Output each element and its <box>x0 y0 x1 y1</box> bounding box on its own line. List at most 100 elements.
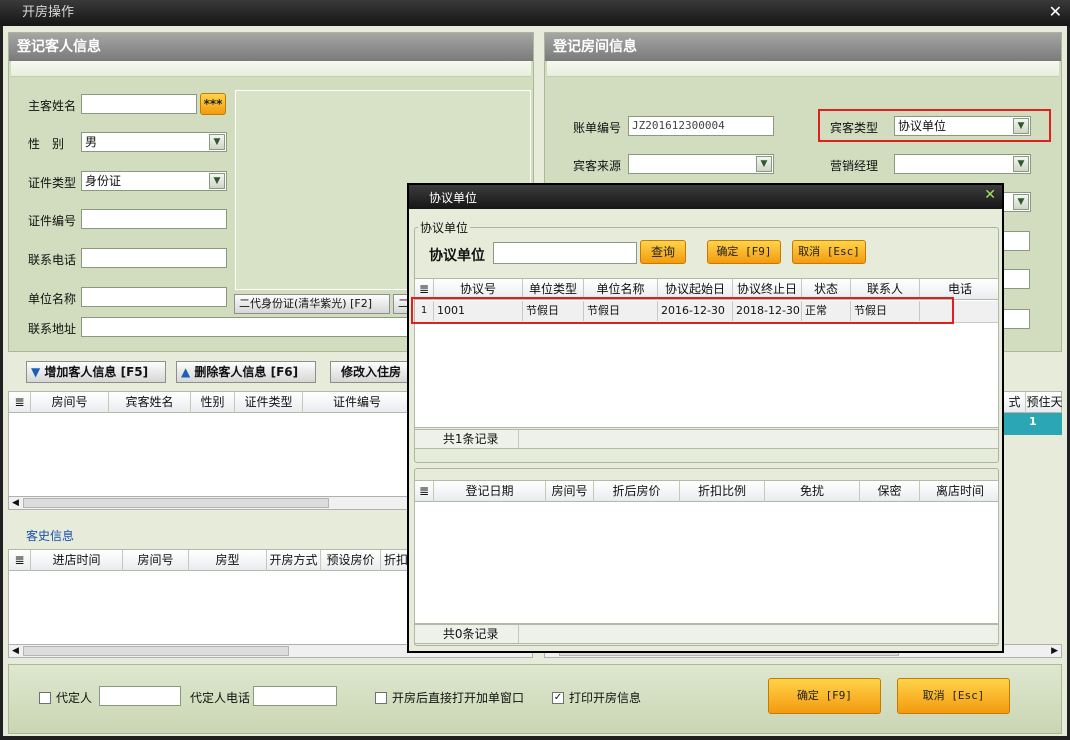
scroll-thumb[interactable] <box>23 646 289 656</box>
guest-grid-selected-row[interactable]: 1 <box>1003 413 1062 435</box>
dialog-ok-button[interactable]: 确定 [F9] <box>707 240 781 264</box>
col-detail-room[interactable]: 房间号 <box>546 481 594 502</box>
col-preset-price[interactable]: 预设房价 <box>321 550 381 571</box>
delete-guest-label: 删除客人信息 [F6] <box>194 365 299 379</box>
guest-info-title: 登记客人信息 <box>9 33 533 61</box>
cancel-button[interactable]: 取消 [Esc] <box>897 678 1010 714</box>
gender-value: 男 <box>85 135 98 149</box>
window-title-bar: 开房操作 <box>0 0 1070 26</box>
chevron-down-icon[interactable]: ▼ <box>1013 194 1029 210</box>
list-icon: ≣ <box>415 481 434 502</box>
dialog-close-icon[interactable]: ✕ <box>984 187 996 203</box>
hidden-input-1[interactable] <box>1000 231 1030 251</box>
open-window-checkbox[interactable] <box>375 692 387 704</box>
agent-phone-input[interactable] <box>253 686 337 706</box>
dialog-cancel-button[interactable]: 取消 [Esc] <box>792 240 866 264</box>
guest-type-select[interactable]: 协议单位 ▼ <box>894 116 1031 136</box>
detail-record-count: 共0条记录 <box>439 625 520 643</box>
dialog-search-input[interactable] <box>493 242 637 264</box>
col-method-tail[interactable]: 式 <box>1004 392 1026 413</box>
modify-room-button[interactable]: 修改入住房 <box>330 361 412 383</box>
record-count: 共1条记录 <box>439 430 520 448</box>
guest-type-label: 宾客类型 <box>830 121 879 135</box>
dialog-title-bar: 协议单位 ✕ <box>409 185 1002 209</box>
room-info-strip <box>547 61 1059 77</box>
name-input[interactable] <box>81 94 197 114</box>
col-history-room[interactable]: 房间号 <box>123 550 189 571</box>
phone-input[interactable] <box>81 248 227 268</box>
col-idtype[interactable]: 证件类型 <box>235 392 303 413</box>
list-icon: ≣ <box>9 392 31 413</box>
col-checkin-time[interactable]: 进店时间 <box>31 550 123 571</box>
history-grid-body <box>8 571 410 645</box>
chevron-down-icon[interactable]: ▼ <box>1013 156 1029 172</box>
col-checkout-time[interactable]: 离店时间 <box>920 481 1000 502</box>
phone-label: 联系电话 <box>28 253 77 267</box>
manager-select[interactable]: ▼ <box>894 154 1031 174</box>
more-guests-button[interactable]: *** <box>200 93 226 115</box>
source-select[interactable]: ▼ <box>628 154 774 174</box>
scroll-left-icon[interactable]: ◀ <box>12 645 19 657</box>
name-label: 主客姓名 <box>28 99 77 113</box>
guest-grid-header: ≣ 房间号 宾客姓名 性别 证件类型 证件编号 <box>8 391 410 413</box>
row-highlight <box>411 297 954 324</box>
col-room-type[interactable]: 房型 <box>189 550 267 571</box>
col-room[interactable]: 房间号 <box>31 392 109 413</box>
chevron-down-icon[interactable]: ▼ <box>209 173 225 189</box>
col-no-disturb[interactable]: 免扰 <box>765 481 860 502</box>
dialog-query-button[interactable]: 查询 <box>640 240 686 264</box>
agent-input[interactable] <box>99 686 181 706</box>
col-confidential[interactable]: 保密 <box>860 481 920 502</box>
col-discount-price[interactable]: 折后房价 <box>594 481 680 502</box>
hidden-input-3[interactable] <box>1000 309 1030 329</box>
gender-select[interactable]: 男 ▼ <box>81 132 227 152</box>
company-input[interactable] <box>81 287 227 307</box>
idno-input[interactable] <box>81 209 227 229</box>
delete-guest-button[interactable]: ▲ 删除客人信息 [F6] <box>176 361 316 383</box>
id-reader-button[interactable]: 二代身份证(清华紫光) [F2] <box>234 294 390 314</box>
col-discount-rate[interactable]: 折扣比例 <box>680 481 765 502</box>
window-close-icon[interactable]: ✕ <box>1049 2 1062 22</box>
idtype-label: 证件类型 <box>28 176 77 190</box>
chevron-up-icon: ▲ <box>181 365 191 379</box>
idno-label: 证件编号 <box>28 214 77 228</box>
col-idno[interactable]: 证件编号 <box>303 392 411 413</box>
idtype-select[interactable]: 身份证 ▼ <box>81 171 227 191</box>
chevron-down-icon[interactable]: ▼ <box>1013 118 1029 134</box>
chevron-down-icon[interactable]: ▼ <box>209 134 225 150</box>
address-input[interactable] <box>81 317 411 337</box>
history-title: 客史信息 <box>26 529 75 543</box>
col-stay-days[interactable]: 预住天 <box>1026 392 1063 413</box>
dialog-group-label: 协议单位 <box>418 219 471 236</box>
print-checkbox[interactable]: ✓ <box>552 692 564 704</box>
chevron-down-icon: ▼ <box>31 365 41 379</box>
window-title: 开房操作 <box>22 5 75 20</box>
hidden-input-2[interactable] <box>1000 269 1030 289</box>
agent-phone-label: 代定人电话 <box>190 691 251 705</box>
chevron-down-icon[interactable]: ▼ <box>756 156 772 172</box>
dialog-detail-header: ≣ 登记日期 房间号 折后房价 折扣比例 免扰 保密 离店时间 <box>414 480 999 502</box>
manager-label: 营销经理 <box>830 159 879 173</box>
dialog-detail-body <box>414 502 999 624</box>
scroll-left-icon[interactable]: ◀ <box>12 497 19 509</box>
guest-grid-scrollbar[interactable]: ◀ <box>8 496 410 510</box>
scroll-right-icon[interactable]: ▶ <box>1051 645 1058 657</box>
bill-input[interactable]: JZ201612300004 <box>628 116 774 136</box>
confirm-button[interactable]: 确定 [F9] <box>768 678 881 714</box>
dialog-search-label: 协议单位 <box>429 248 485 264</box>
room-info-title: 登记房间信息 <box>545 33 1061 61</box>
col-open-method[interactable]: 开房方式 <box>267 550 321 571</box>
add-guest-button[interactable]: ▼ 增加客人信息 [F5] <box>26 361 166 383</box>
agent-checkbox[interactable] <box>39 692 51 704</box>
scroll-thumb[interactable] <box>23 498 329 508</box>
dialog-grid-status: 共1条记录 <box>414 429 999 449</box>
source-label: 宾客来源 <box>573 159 622 173</box>
address-label: 联系地址 <box>28 322 77 336</box>
col-gender[interactable]: 性别 <box>191 392 235 413</box>
col-guest-name[interactable]: 宾客姓名 <box>109 392 191 413</box>
gender-label: 性 别 <box>28 137 65 151</box>
idtype-value: 身份证 <box>85 174 122 188</box>
guest-grid-header-right: 式 预住天 <box>1003 391 1063 413</box>
hidden-select-1[interactable]: ▼ <box>1000 192 1031 212</box>
col-register-date[interactable]: 登记日期 <box>434 481 546 502</box>
